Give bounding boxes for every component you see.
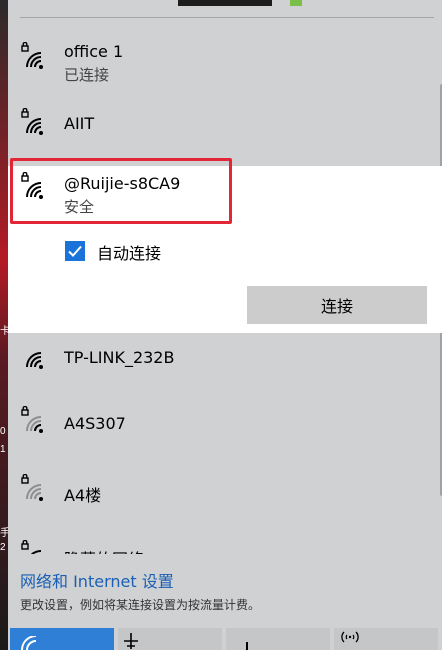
secured-wifi-icon xyxy=(21,474,43,501)
wifi-icon xyxy=(21,636,37,650)
network-item-a4-building[interactable]: A4楼 xyxy=(8,470,434,518)
airplane-icon xyxy=(124,633,138,649)
secured-wifi-icon xyxy=(21,540,42,554)
network-item-aiit[interactable]: AIIT xyxy=(8,104,434,152)
desktop-text-fragment: 手 xyxy=(0,528,8,539)
network-flyout: office 1 已连接 AIIT @Ruijie-s8CA9 安全 自动连接 … xyxy=(8,0,442,650)
hotspot-quick-tile[interactable] xyxy=(334,628,438,650)
wifi-icon xyxy=(26,352,43,369)
secured-wifi-icon xyxy=(21,42,43,69)
network-settings-link[interactable]: 网络和 Internet 设置 xyxy=(20,568,174,592)
checkmark-icon xyxy=(68,245,82,257)
network-item-a4s307[interactable]: A4S307 xyxy=(8,402,434,450)
network-status: 已连接 xyxy=(64,66,110,84)
network-name: A4楼 xyxy=(64,486,102,505)
desktop-text-fragment: 0 xyxy=(0,426,6,437)
network-item-hidden[interactable]: 隐藏的网络 xyxy=(8,536,434,554)
network-settings-description: 更改设置，例如将某连接设置为按流量计费。 xyxy=(20,598,261,612)
network-name: 隐藏的网络 xyxy=(64,546,144,554)
top-divider xyxy=(20,17,434,18)
auto-connect-label: 自动连接 xyxy=(97,244,162,263)
top-edge-fragment xyxy=(178,0,272,6)
secured-wifi-icon xyxy=(21,108,43,135)
wifi-quick-tile[interactable] xyxy=(10,628,114,650)
mobile-hotspot-quick-tile[interactable] xyxy=(226,628,330,650)
auto-connect-checkbox[interactable] xyxy=(65,241,85,261)
network-item-tp-link[interactable]: TP-LINK_232B xyxy=(8,338,434,386)
desktop-text-fragment: 1 xyxy=(0,444,6,455)
broadcast-icon xyxy=(341,631,359,643)
top-edge-fragment xyxy=(290,0,302,6)
secured-wifi-icon xyxy=(21,406,43,433)
highlight-annotation xyxy=(10,158,232,224)
airplane-mode-quick-tile[interactable] xyxy=(118,628,222,650)
network-name: office 1 xyxy=(64,42,124,61)
network-name: AIIT xyxy=(64,114,95,133)
signal-icon xyxy=(246,642,248,650)
network-item-office-1[interactable]: office 1 已连接 xyxy=(8,36,434,92)
desktop-text-fragment: 2 xyxy=(0,542,6,553)
network-name: TP-LINK_232B xyxy=(64,348,175,367)
network-name: A4S307 xyxy=(64,414,126,433)
connect-button[interactable]: 连接 xyxy=(247,286,427,324)
desktop-text-fragment: 卡 xyxy=(0,326,8,337)
